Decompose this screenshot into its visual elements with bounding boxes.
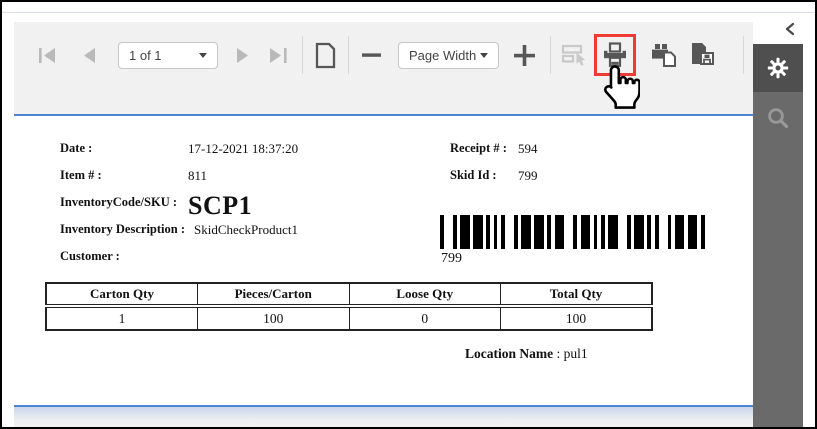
zoom-in-button[interactable] [513,44,536,67]
field-label: Date : [60,141,188,156]
zoom-out-button[interactable] [361,45,382,65]
table-cell: 0 [349,306,501,330]
table-row: 1 100 0 100 [46,306,652,330]
column-header: Pieces/Carton [198,283,350,306]
field-label: Customer : [60,249,188,264]
print-highlight-box [594,34,636,76]
side-panel-body [753,92,803,429]
toolbar-separator [550,36,551,74]
field-value: 17-12-2021 18:37:20 [188,141,298,157]
table-cell: 1 [46,306,198,330]
next-page-button[interactable] [236,47,251,64]
location-value: pul1 [564,346,588,361]
page-number-select[interactable]: 1 of 1 [118,42,218,69]
toolbar-separator [743,36,744,74]
first-page-icon [38,47,57,64]
report-fields-right: Receipt # : 594 Skid Id : 799 [450,141,538,195]
print-button[interactable] [601,41,629,69]
export-button[interactable] [690,42,722,68]
last-page-icon [269,47,288,64]
report-page: Date : 17-12-2021 18:37:20 Item # : 811 … [14,118,753,405]
search-icon[interactable] [765,105,791,131]
barcode-text: 799 [441,251,462,267]
print-icon [601,41,629,69]
report-fields-left: Date : 17-12-2021 18:37:20 Item # : 811 … [60,141,298,276]
viewer-toolbar: 1 of 1 Page Width [14,22,753,116]
field-value: 811 [188,168,207,184]
next-page-icon [236,47,251,64]
field-value: SkidCheckProduct1 [194,222,298,238]
page-number-value: 1 of 1 [129,48,162,63]
table-cell: 100 [501,306,653,330]
status-bar [14,405,753,429]
toolbar-separator [302,36,303,74]
editing-fields-icon [561,43,588,68]
top-divider [2,12,815,13]
report-viewer-window: 1 of 1 Page Width [0,0,817,429]
location-separator: : [553,346,564,361]
chevron-down-icon [480,53,488,58]
settings-tab[interactable] [753,44,803,92]
zoom-level-select[interactable]: Page Width [398,42,499,69]
export-icon [690,42,716,68]
column-header: Loose Qty [349,283,501,306]
field-label: Item # : [60,168,188,183]
chevron-down-icon [199,53,207,58]
previous-page-button[interactable] [81,47,96,64]
sku-value: SCP1 [188,191,252,221]
field-value: 594 [518,141,538,157]
zoom-in-icon [513,44,536,67]
editing-fields-button[interactable] [561,43,588,68]
column-header: Carton Qty [46,283,198,306]
field-value: 799 [518,168,538,184]
field-label: Skid Id : [450,168,518,183]
single-page-view-icon [313,42,338,69]
field-label: Inventory Description : [60,222,194,237]
collapse-chevron-icon [784,22,796,36]
previous-page-icon [81,47,96,64]
location-label: Location Name [465,346,553,361]
toolbar-separator [348,36,349,74]
table-cell: 100 [198,306,350,330]
quantity-table: Carton Qty Pieces/Carton Loose Qty Total… [45,282,653,331]
zoom-out-icon [361,45,382,65]
print-page-button[interactable] [650,42,678,68]
collapse-panel-button[interactable] [753,13,803,44]
field-label: Receipt # : [450,141,518,156]
side-panel [753,13,803,429]
page-view-button[interactable] [313,42,338,69]
settings-gear-icon [766,56,790,80]
last-page-button[interactable] [269,47,288,64]
field-label: InventoryCode/SKU : [60,195,188,210]
print-page-icon [650,42,678,68]
first-page-button[interactable] [38,47,57,64]
table-header-row: Carton Qty Pieces/Carton Loose Qty Total… [46,283,652,306]
barcode [440,215,708,249]
column-header: Total Qty [501,283,653,306]
zoom-level-value: Page Width [409,48,476,63]
location-name: Location Name : pul1 [465,346,588,362]
